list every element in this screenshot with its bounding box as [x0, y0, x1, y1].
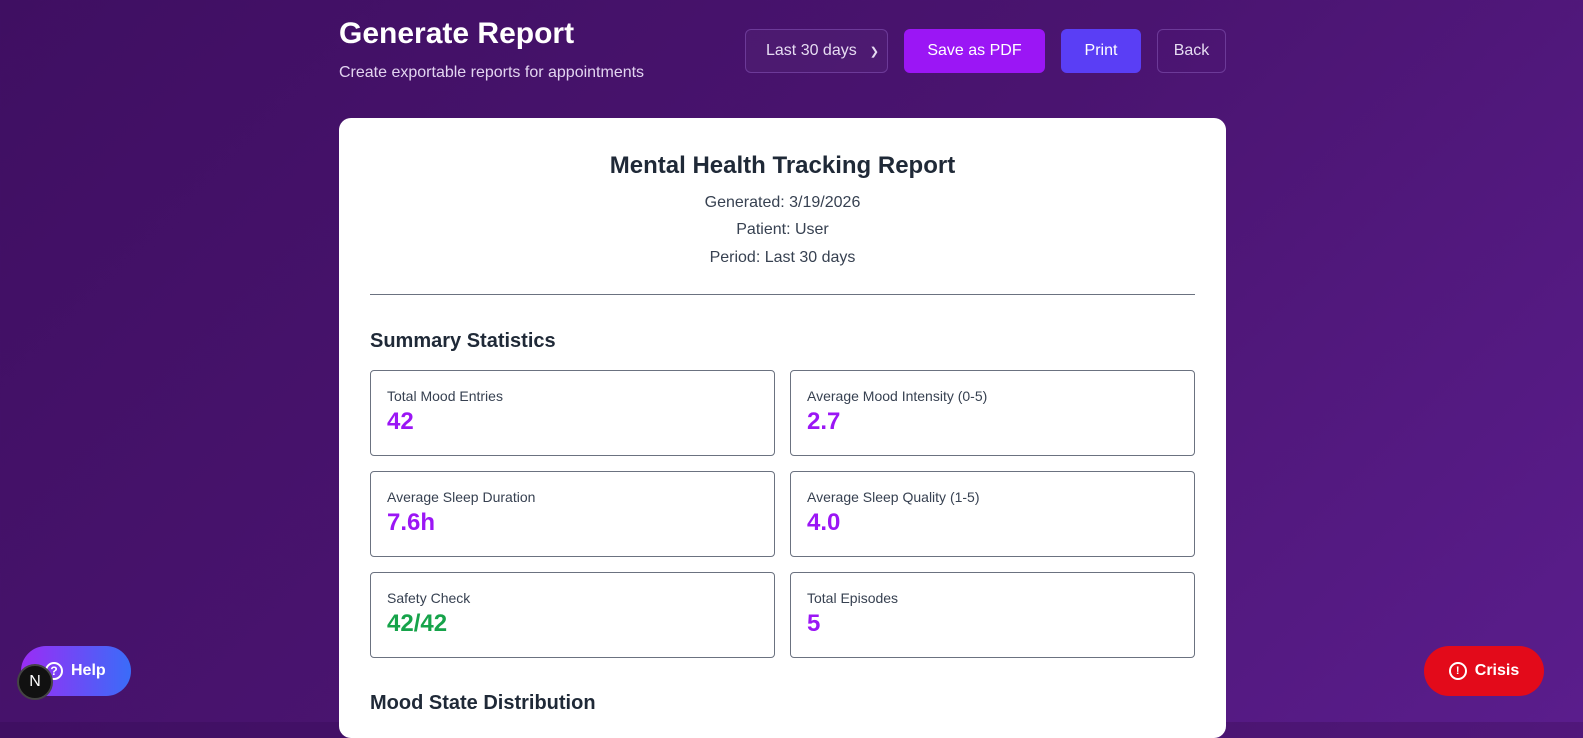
help-label: Help: [71, 662, 106, 679]
stat-card: Average Sleep Duration 7.6h: [370, 471, 775, 557]
stat-label: Average Mood Intensity (0-5): [807, 388, 988, 404]
stat-card: Total Episodes 5: [790, 572, 1195, 658]
report-patient: Patient: User: [736, 221, 829, 238]
chevron-down-icon: ❯: [869, 45, 879, 58]
report-title: Mental Health Tracking Report: [609, 152, 956, 179]
save-pdf-button[interactable]: Save as PDF: [904, 29, 1045, 73]
divider: [370, 294, 1195, 295]
page-subtitle: Create exportable reports for appointmen…: [339, 64, 645, 81]
alert-icon: !: [1448, 662, 1467, 680]
report-period: Period: Last 30 days: [709, 249, 856, 266]
stat-value: 7.6h: [387, 509, 436, 536]
stat-label: Total Mood Entries: [387, 388, 503, 404]
stat-value: 42: [387, 408, 414, 435]
stat-label: Average Sleep Duration: [387, 489, 536, 505]
back-button[interactable]: Back: [1157, 29, 1226, 73]
stat-value: 2.7: [807, 408, 841, 435]
stat-card: Safety Check 42/42: [370, 572, 775, 658]
summary-heading: Summary Statistics: [370, 330, 556, 352]
report-generated: Generated: 3/19/2026: [704, 194, 861, 211]
dev-badge-icon[interactable]: N: [17, 664, 53, 700]
period-select[interactable]: Last 30 days ❯: [745, 29, 888, 73]
stat-card: Total Mood Entries 42: [370, 370, 775, 456]
stat-label: Safety Check: [387, 590, 471, 606]
crisis-label: Crisis: [1474, 662, 1520, 679]
period-select-value: Last 30 days: [766, 42, 857, 59]
page-title: Generate Report: [339, 17, 575, 50]
mood-distribution-heading: Mood State Distribution: [370, 692, 596, 714]
stat-label: Average Sleep Quality (1-5): [807, 489, 980, 505]
print-button[interactable]: Print: [1061, 29, 1141, 73]
stat-label: Total Episodes: [807, 590, 899, 606]
stat-value: 42/42: [387, 610, 448, 637]
report-card: Mental Health Tracking Report Generated:…: [339, 118, 1226, 738]
stat-value: 5: [807, 610, 821, 637]
crisis-button[interactable]: ! Crisis: [1424, 646, 1544, 696]
stat-card: Average Mood Intensity (0-5) 2.7: [790, 370, 1195, 456]
stat-value: 4.0: [807, 509, 841, 536]
stat-card: Average Sleep Quality (1-5) 4.0: [790, 471, 1195, 557]
